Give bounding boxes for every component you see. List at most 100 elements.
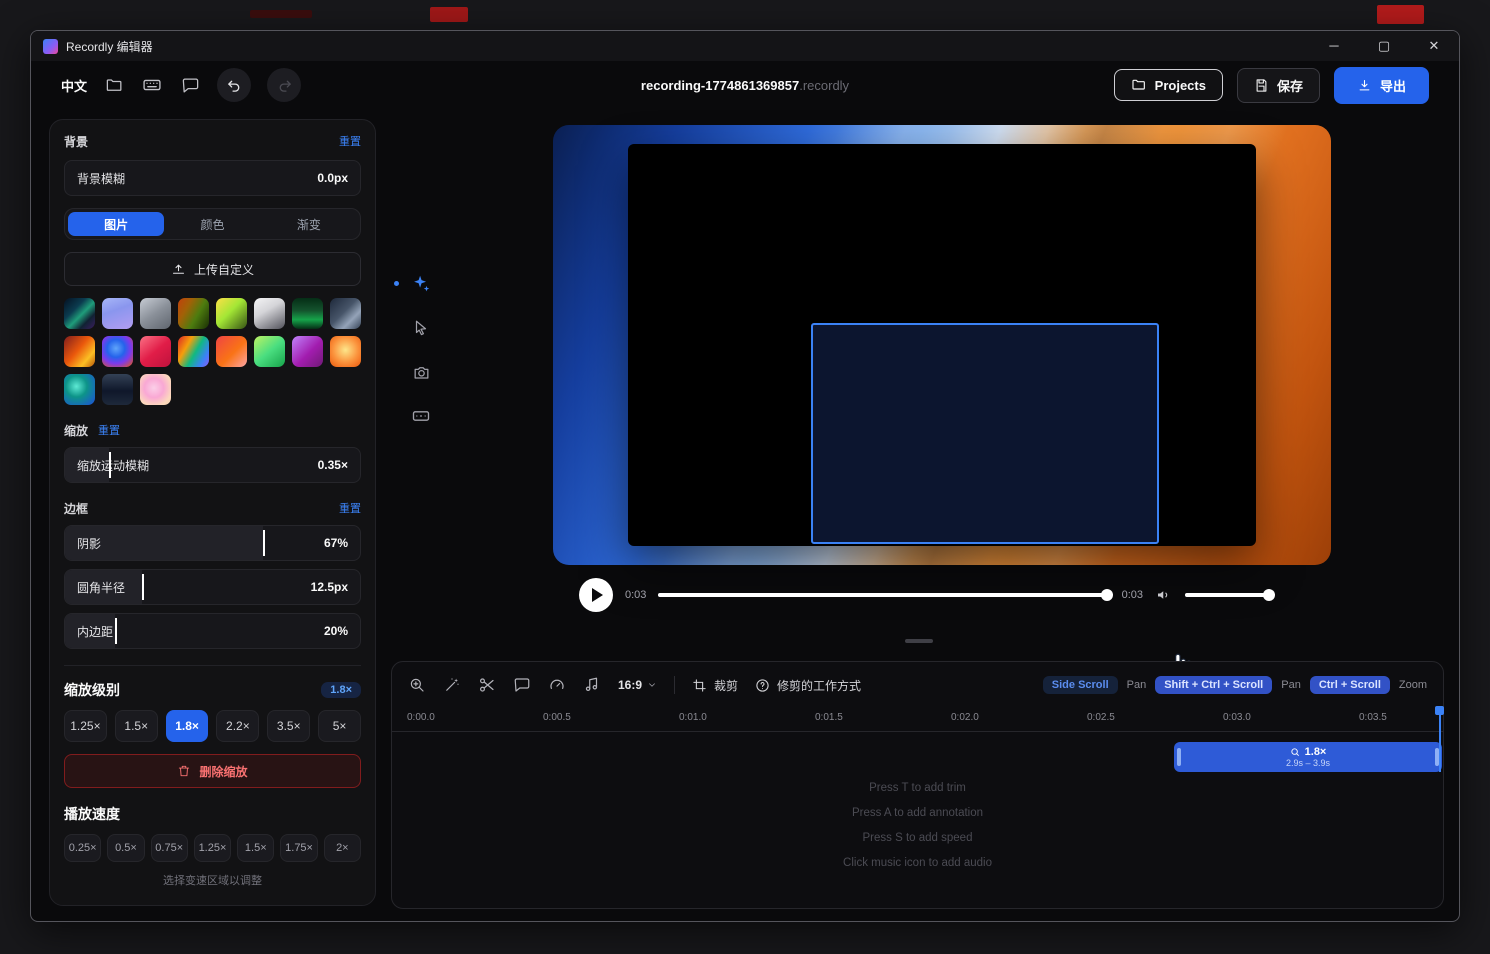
clip-zoom-label: 1.8× <box>1305 746 1327 758</box>
app-window: Recordly 编辑器 ─ ▢ ✕ 中文 recording-17748613… <box>30 30 1460 922</box>
zoom-level-option[interactable]: 1.5× <box>115 710 158 742</box>
border-reset-link[interactable]: 重置 <box>339 500 361 516</box>
help-icon <box>755 678 770 693</box>
language-button[interactable]: 中文 <box>61 76 87 95</box>
music-icon[interactable] <box>583 676 601 694</box>
zoom-level-option[interactable]: 3.5× <box>267 710 310 742</box>
tab-gradient[interactable]: 渐变 <box>261 212 357 236</box>
trim-help-button[interactable]: 修剪的工作方式 <box>755 677 861 694</box>
projects-button[interactable]: Projects <box>1114 69 1223 101</box>
zoom-clip[interactable]: 1.8× 2.9s – 3.9s <box>1174 742 1442 772</box>
background-thumbnail[interactable] <box>216 336 247 367</box>
redo-button[interactable] <box>267 68 301 102</box>
camera-tool-button[interactable] <box>406 357 436 387</box>
open-folder-icon[interactable] <box>103 74 125 96</box>
background-window-artifact <box>250 10 312 18</box>
background-thumbnail[interactable] <box>102 298 133 329</box>
keystroke-icon <box>411 406 431 426</box>
keyboard-icon[interactable] <box>141 74 163 96</box>
speed-option[interactable]: 0.75× <box>151 834 188 862</box>
background-thumbnail[interactable] <box>330 336 361 367</box>
zoom-reset-link[interactable]: 重置 <box>98 422 120 438</box>
speed-gauge-icon[interactable] <box>548 676 566 694</box>
speed-option[interactable]: 0.25× <box>64 834 101 862</box>
background-thumbnail[interactable] <box>140 336 171 367</box>
zoom-level-option[interactable]: 2.2× <box>216 710 259 742</box>
comment-icon[interactable] <box>179 74 201 96</box>
background-thumbnail[interactable] <box>178 336 209 367</box>
padding-slider[interactable]: 内边距 20% <box>64 613 361 649</box>
panel-resize-handle[interactable] <box>905 639 933 643</box>
zoom-effect-tool-button[interactable] <box>406 269 436 299</box>
play-button[interactable] <box>579 578 613 612</box>
speed-option[interactable]: 1.25× <box>194 834 231 862</box>
cursor-icon <box>412 319 430 337</box>
scissors-icon[interactable] <box>478 676 496 694</box>
shadow-slider[interactable]: 阴影 67% <box>64 525 361 561</box>
crop-button[interactable]: 裁剪 <box>692 677 738 694</box>
background-thumbnail[interactable] <box>102 336 133 367</box>
corner-radius-slider[interactable]: 圆角半径 12.5px <box>64 569 361 605</box>
background-thumbnail[interactable] <box>292 336 323 367</box>
background-thumbnail[interactable] <box>254 298 285 329</box>
speed-option[interactable]: 0.5× <box>107 834 144 862</box>
background-thumbnail[interactable] <box>140 374 171 405</box>
playhead[interactable] <box>1439 710 1441 772</box>
speed-option[interactable]: 2× <box>324 834 361 862</box>
current-time: 0:03 <box>625 589 646 601</box>
background-thumbnail[interactable] <box>292 298 323 329</box>
border-title: 边框 <box>64 500 88 517</box>
maximize-button[interactable]: ▢ <box>1371 38 1397 54</box>
seek-bar[interactable] <box>658 593 1109 597</box>
speed-option[interactable]: 1.5× <box>237 834 274 862</box>
settings-sidebar: 背景 重置 背景模糊 0.0px 图片 颜色 渐变 上传自定义 <box>49 119 376 906</box>
zoom-in-icon[interactable] <box>408 676 426 694</box>
tab-image[interactable]: 图片 <box>68 212 164 236</box>
folder-icon <box>1131 77 1147 93</box>
save-button[interactable]: 保存 <box>1237 68 1320 103</box>
volume-slider[interactable] <box>1185 593 1269 597</box>
timeline-tracks[interactable]: Press T to add trim Press A to add annot… <box>392 732 1443 908</box>
timeline-toolbar: 16:9 裁剪 修剪的工作方式 Side Scroll Pan Shift + … <box>392 662 1443 708</box>
zoom-region-selection[interactable] <box>811 323 1159 544</box>
tab-color[interactable]: 颜色 <box>164 212 260 236</box>
zoom-motion-blur-slider[interactable]: 缩放运动模糊 0.35× <box>64 447 361 483</box>
annotation-icon[interactable] <box>513 676 531 694</box>
background-thumbnail[interactable] <box>254 336 285 367</box>
ruler-tick: 0:02.0 <box>951 712 979 723</box>
background-thumbnail[interactable] <box>102 374 133 405</box>
zoom-level-option-selected[interactable]: 1.8× <box>166 710 209 742</box>
background-thumbnail[interactable] <box>64 298 95 329</box>
volume-knob[interactable] <box>1263 589 1275 601</box>
keystroke-overlay-tool-button[interactable] <box>406 401 436 431</box>
wand-icon[interactable] <box>443 676 461 694</box>
background-thumbnail[interactable] <box>140 298 171 329</box>
background-thumbnail[interactable] <box>330 298 361 329</box>
background-blur-slider[interactable]: 背景模糊 0.0px <box>64 160 361 196</box>
background-reset-link[interactable]: 重置 <box>339 133 361 149</box>
undo-button[interactable] <box>217 68 251 102</box>
background-thumbnail[interactable] <box>64 336 95 367</box>
volume-icon[interactable] <box>1155 586 1173 604</box>
close-button[interactable]: ✕ <box>1421 38 1447 54</box>
delete-zoom-button[interactable]: 删除缩放 <box>64 754 361 788</box>
timeline-hint: Press A to add annotation <box>852 807 983 819</box>
background-thumbnail[interactable] <box>64 374 95 405</box>
speed-hint: 选择变速区域以调整 <box>64 872 361 888</box>
shortcut-key: Shift + Ctrl + Scroll <box>1155 676 1272 694</box>
zoom-level-option[interactable]: 5× <box>318 710 361 742</box>
ruler-tick: 0:02.5 <box>1087 712 1115 723</box>
background-thumbnail[interactable] <box>216 298 247 329</box>
aspect-ratio-dropdown[interactable]: 16:9 <box>618 678 657 692</box>
tool-rail <box>399 269 443 431</box>
timeline-ruler[interactable]: 0:00.0 0:00.5 0:01.0 0:01.5 0:02.0 0:02.… <box>392 708 1443 732</box>
upload-custom-button[interactable]: 上传自定义 <box>64 252 361 286</box>
shortcut-key: Side Scroll <box>1043 676 1118 694</box>
zoom-level-option[interactable]: 1.25× <box>64 710 107 742</box>
speed-option[interactable]: 1.75× <box>280 834 317 862</box>
minimize-button[interactable]: ─ <box>1321 38 1347 54</box>
seek-knob[interactable] <box>1101 589 1113 601</box>
export-button[interactable]: 导出 <box>1334 67 1429 104</box>
background-thumbnail[interactable] <box>178 298 209 329</box>
cursor-tool-button[interactable] <box>406 313 436 343</box>
